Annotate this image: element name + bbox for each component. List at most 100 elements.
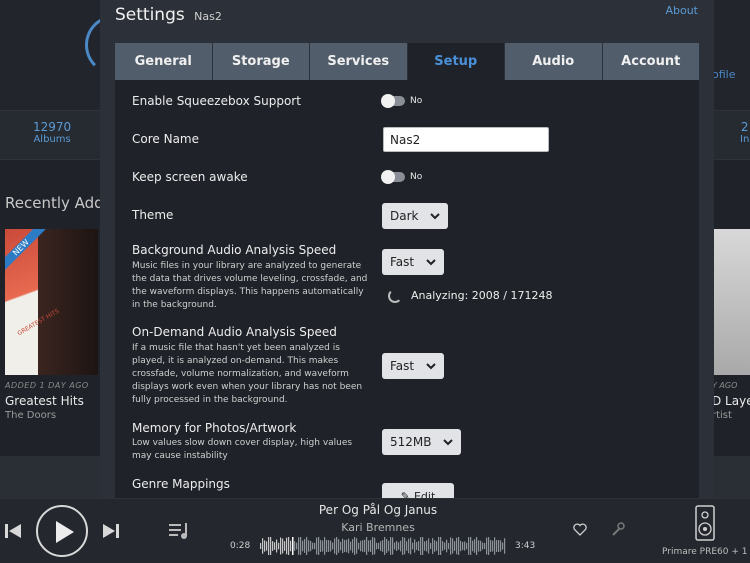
speaker-icon[interactable] xyxy=(694,505,716,541)
waveform-bar xyxy=(312,542,314,550)
waveform-bar xyxy=(372,537,374,555)
player-bar: Per Og Pål Og Janus Kari Bremnes 0:28 3:… xyxy=(0,498,750,563)
profile-link[interactable]: ofile xyxy=(712,68,735,81)
waveform-bar xyxy=(424,541,426,551)
keep-awake-state: No xyxy=(410,172,423,182)
elapsed-time: 0:28 xyxy=(230,541,251,551)
od-analysis-label: On-Demand Audio Analysis Speed xyxy=(132,325,337,339)
memory-value: 512MB xyxy=(390,435,432,449)
waveform-bar xyxy=(354,537,356,555)
waveform-bar xyxy=(302,540,304,552)
theme-select[interactable]: Dark xyxy=(382,203,448,229)
tab-general[interactable]: General xyxy=(115,43,213,80)
waveform-bar xyxy=(418,541,420,551)
waveform-bar xyxy=(308,540,310,552)
track-artist[interactable]: Kari Bremnes xyxy=(250,521,506,534)
waveform-bar xyxy=(386,539,388,553)
tab-setup[interactable]: Setup xyxy=(407,43,505,80)
album-title-2[interactable]: D Laye xyxy=(712,394,750,408)
squeezebox-label: Enable Squeezebox Support xyxy=(132,94,301,108)
waveform-bar xyxy=(446,539,448,553)
waveform-bar xyxy=(356,538,358,554)
heart-icon[interactable] xyxy=(573,523,587,536)
track-title[interactable]: Per Og Pål Og Janus xyxy=(250,503,506,517)
previous-track-icon[interactable] xyxy=(4,522,22,540)
album-added-label-2: Y AGO xyxy=(712,381,738,390)
setup-panel: Enable Squeezebox Support No Core Name K… xyxy=(115,80,699,498)
tab-audio[interactable]: Audio xyxy=(505,43,603,80)
edit-icon: ✎ xyxy=(400,489,410,499)
waveform-bar xyxy=(494,537,496,555)
chevron-down-icon xyxy=(426,363,436,370)
waveform-bar xyxy=(404,537,406,555)
waveform-bar xyxy=(480,540,482,552)
stat-albums[interactable]: 12970 Albums xyxy=(33,120,71,145)
play-button[interactable] xyxy=(36,505,88,557)
album-artist-2[interactable]: rtist xyxy=(712,410,732,421)
album-cover-2[interactable] xyxy=(713,229,750,375)
waveform-bar xyxy=(266,541,268,551)
waveform-bar xyxy=(362,540,364,552)
waveform-bar xyxy=(288,537,290,555)
tab-account[interactable]: Account xyxy=(602,43,699,80)
waveform-bar xyxy=(286,537,288,555)
stat-albums-label: Albums xyxy=(33,134,71,145)
queue-icon[interactable] xyxy=(168,521,192,541)
album-cover-greatest-hits[interactable]: NEW GREATEST HITS xyxy=(5,229,98,375)
waveform-bar xyxy=(464,541,466,551)
genre-mappings-label: Genre Mappings xyxy=(132,477,230,491)
waveform-bar xyxy=(442,541,444,551)
waveform-bar xyxy=(476,537,478,555)
waveform-bar xyxy=(352,539,354,553)
memory-select[interactable]: 512MB xyxy=(382,429,461,455)
waveform-bar xyxy=(334,538,336,554)
keep-awake-toggle[interactable] xyxy=(381,170,405,184)
squeezebox-toggle[interactable] xyxy=(381,94,405,108)
waveform-bar xyxy=(466,542,468,550)
tab-services[interactable]: Services xyxy=(310,43,408,80)
waveform-bar xyxy=(278,542,280,550)
waveform-bar xyxy=(376,542,378,550)
waveform-bar xyxy=(444,542,446,550)
waveform-bar xyxy=(452,538,454,554)
waveform-bar xyxy=(324,537,326,555)
waveform-bar xyxy=(326,539,328,553)
playhead[interactable] xyxy=(292,537,294,555)
radio-icon[interactable] xyxy=(610,521,626,537)
zone-name[interactable]: Primare PRE60 + 1 xyxy=(662,547,747,557)
album-title[interactable]: Greatest Hits xyxy=(5,394,84,408)
tab-storage[interactable]: Storage xyxy=(212,43,310,80)
bg-analysis-select[interactable]: Fast xyxy=(382,249,444,275)
stat-other[interactable]: 2 In xyxy=(740,120,749,145)
theme-value: Dark xyxy=(390,209,419,223)
genre-edit-button[interactable]: ✎ Edit xyxy=(382,483,454,498)
next-track-icon[interactable] xyxy=(102,522,120,540)
toggle-knob xyxy=(381,170,395,184)
recently-added-heading: Recently Adde xyxy=(5,194,113,212)
waveform-bar xyxy=(340,541,342,551)
dialog-title-text: Settings xyxy=(115,5,185,25)
waveform-bar xyxy=(488,537,490,555)
waveform-bar xyxy=(430,542,432,550)
waveform-bar xyxy=(374,537,376,555)
waveform-bar xyxy=(440,537,442,555)
chevron-down-icon xyxy=(430,213,440,220)
chevron-down-icon xyxy=(426,259,436,266)
waveform-bar xyxy=(414,539,416,553)
waveform-bar xyxy=(300,537,302,555)
od-analysis-select[interactable]: Fast xyxy=(382,353,444,379)
waveform-bar xyxy=(378,542,380,550)
waveform-seekbar[interactable] xyxy=(260,537,506,555)
waveform-bar xyxy=(434,540,436,552)
waveform-bar xyxy=(296,542,298,550)
waveform-bar xyxy=(368,540,370,552)
waveform-bar xyxy=(394,542,396,550)
waveform-bar xyxy=(306,537,308,555)
about-link[interactable]: About xyxy=(665,4,698,17)
waveform-bar xyxy=(344,539,346,553)
core-name-input[interactable] xyxy=(383,127,549,152)
waveform-bar xyxy=(498,539,500,553)
waveform-bar xyxy=(504,538,506,554)
album-artist[interactable]: The Doors xyxy=(5,410,56,421)
waveform-bar xyxy=(426,540,428,552)
